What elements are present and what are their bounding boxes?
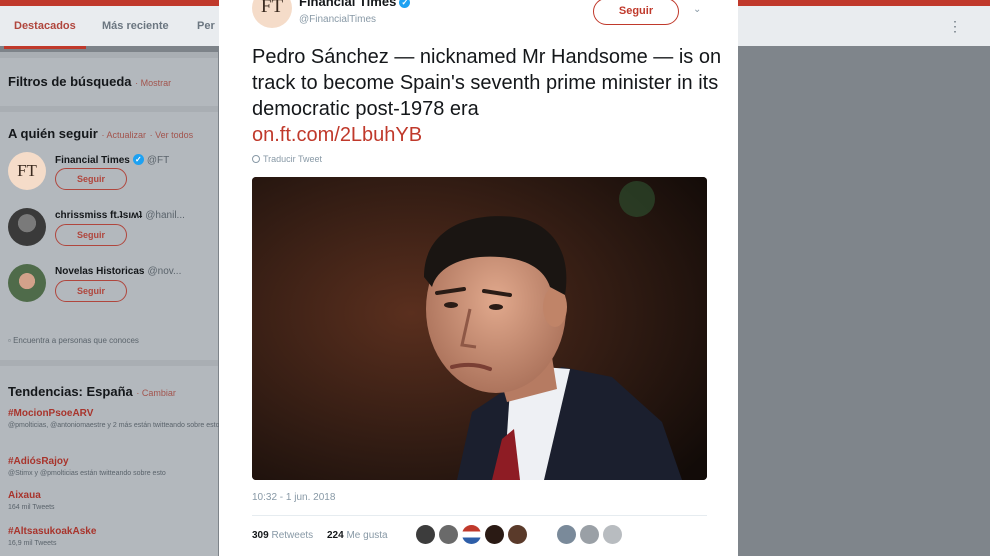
tab-latest[interactable]: Más reciente [102, 20, 169, 32]
divider [252, 515, 707, 516]
trend-context: 164 mil Tweets [8, 504, 55, 511]
more-options-icon[interactable]: ⋮ [948, 18, 962, 35]
avatar[interactable] [8, 208, 46, 246]
liker-avatar[interactable] [508, 525, 527, 544]
tweet-photo[interactable] [252, 177, 707, 480]
change-trends-link[interactable]: · Cambiar [136, 388, 176, 398]
translate-tweet-link[interactable]: Traducir Tweet [252, 154, 322, 164]
liker-avatar[interactable] [603, 525, 622, 544]
liker-avatar[interactable] [416, 525, 435, 544]
trend-context: @Stimx y @pmolticias están twitteando so… [8, 470, 166, 477]
trend-item[interactable]: Aixaua [8, 490, 41, 501]
verified-icon: ✓ [132, 154, 144, 165]
search-filters-panel: Filtros de búsqueda · Mostrar [0, 58, 218, 106]
likes-stat[interactable]: 224 Me gusta [327, 530, 388, 541]
retweets-stat[interactable]: 309 Retweets [252, 530, 313, 541]
view-all-link[interactable]: · Ver todos [150, 130, 194, 140]
tab-people[interactable]: Per [197, 20, 215, 32]
active-tab-indicator [4, 46, 86, 49]
sidebar: Filtros de búsqueda · Mostrar A quién se… [0, 52, 220, 556]
follow-button[interactable]: Seguir [55, 224, 127, 246]
speaker-photo [252, 177, 707, 480]
liker-avatar[interactable] [557, 525, 576, 544]
right-column [738, 46, 990, 556]
filters-title: Filtros de búsqueda · Mostrar [8, 74, 172, 89]
liker-avatar[interactable] [462, 525, 481, 544]
account-name[interactable]: Financial Times ✓ @FT [55, 154, 169, 166]
liker-avatar[interactable] [485, 525, 504, 544]
tweet-modal: FT Financial Times ✓ @FinancialTimes Segu… [219, 0, 738, 556]
account-name[interactable]: Novelas Historicas @nov... [55, 266, 181, 277]
find-people-link[interactable]: ▫ Encuentra a personas que conoces [8, 336, 139, 345]
avatar[interactable] [8, 264, 46, 302]
avatar[interactable]: FT [8, 152, 46, 190]
trends-panel: Tendencias: España · Cambiar #MocionPsoe… [0, 366, 220, 556]
follow-button[interactable]: Seguir [55, 168, 127, 190]
follow-button[interactable]: Seguir [593, 0, 679, 25]
trend-item[interactable]: #AltsasukoakAske [8, 526, 96, 537]
trend-context: @pmolticias, @antoniomaestre y 2 más est… [8, 422, 220, 429]
verified-icon: ✓ [399, 0, 411, 8]
trend-item[interactable]: #MocionPsoeARV [8, 408, 93, 419]
suggested-account: Novelas Historicas @nov... Seguir [8, 264, 218, 316]
trend-item[interactable]: #AdiósRajoy [8, 456, 69, 467]
account-name[interactable]: chrissmiss ft.ʇsıʍʇ @hanil... [55, 210, 185, 221]
tweet-text: Pedro Sánchez — nicknamed Mr Handsome — … [252, 46, 722, 146]
tweet-timestamp[interactable]: 10:32 - 1 jun. 2018 [252, 492, 335, 503]
tweet-link[interactable]: on.ft.com/2LbuhYB [252, 124, 422, 146]
liker-avatar[interactable] [439, 525, 458, 544]
liker-avatar[interactable] [580, 525, 599, 544]
trends-title: Tendencias: España · Cambiar [8, 384, 176, 399]
filters-show-link[interactable]: · Mostrar [135, 78, 171, 88]
who-to-follow-title: A quién seguir · Actualizar · Ver todos [8, 126, 194, 141]
suggested-account: FT Financial Times ✓ @FT Seguir [8, 152, 218, 204]
chevron-down-icon[interactable]: ⌄ [693, 4, 701, 15]
follow-button[interactable]: Seguir [55, 280, 127, 302]
trend-context: 16,9 mil Tweets [8, 540, 57, 547]
globe-icon [252, 155, 260, 163]
account-name[interactable]: Financial Times ✓ [299, 0, 411, 9]
who-to-follow-panel: A quién seguir · Actualizar · Ver todos … [0, 112, 218, 360]
suggested-account: chrissmiss ft.ʇsıʍʇ @hanil... Seguir [8, 208, 218, 260]
refresh-link[interactable]: · Actualizar [101, 130, 146, 140]
account-avatar[interactable]: FT [252, 0, 292, 28]
account-handle[interactable]: @FinancialTimes [299, 14, 376, 25]
tab-top[interactable]: Destacados [14, 20, 76, 32]
